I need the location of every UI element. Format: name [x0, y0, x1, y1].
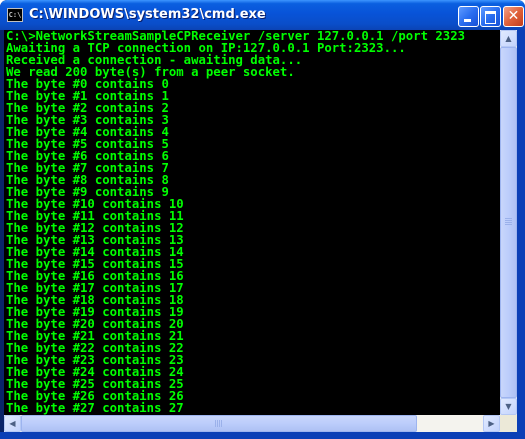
console-output[interactable]: C:\>NetworkStreamSampleCPReceiver /serve…	[4, 30, 500, 415]
scroll-right-button[interactable]: ▶	[483, 415, 500, 432]
horizontal-scroll-thumb[interactable]	[21, 415, 417, 432]
grip-line	[505, 218, 512, 219]
grip-line	[219, 420, 220, 427]
window-title: C:\WINDOWS\system32\cmd.exe	[29, 7, 266, 22]
grip-line	[221, 420, 222, 427]
maximize-button[interactable]	[480, 6, 501, 27]
grip-line	[215, 420, 216, 427]
grip-line	[505, 224, 512, 225]
scroll-up-button[interactable]: ▲	[500, 30, 517, 47]
scrollbar-corner	[500, 415, 517, 432]
vertical-scrollbar[interactable]: ▲ ▼	[500, 30, 517, 415]
scroll-down-button[interactable]: ▼	[500, 398, 517, 415]
close-button[interactable]: ✕	[503, 6, 524, 27]
chevron-left-icon: ◀	[9, 419, 16, 428]
console-window: C:\ C:\WINDOWS\system32\cmd.exe ✕ C:\>Ne…	[0, 0, 525, 439]
window-frame-right[interactable]	[517, 30, 525, 439]
title-bar[interactable]: C:\ C:\WINDOWS\system32\cmd.exe ✕	[0, 0, 525, 30]
console-line: The byte #27 contains 27	[6, 401, 184, 415]
minimize-icon	[464, 19, 471, 22]
close-icon: ✕	[507, 8, 520, 24]
maximize-icon	[485, 11, 496, 24]
window-frame-bottom[interactable]	[0, 432, 525, 439]
chevron-right-icon: ▶	[488, 419, 495, 428]
vertical-scroll-thumb[interactable]	[500, 47, 517, 398]
chevron-down-icon: ▼	[505, 402, 512, 411]
grip-line	[505, 220, 512, 221]
cmd-icon[interactable]: C:\	[7, 8, 23, 22]
scroll-left-button[interactable]: ◀	[4, 415, 21, 432]
grip-line	[217, 420, 218, 427]
grip-line	[505, 222, 512, 223]
minimize-button[interactable]	[458, 6, 479, 27]
horizontal-scrollbar[interactable]: ◀ ▶	[4, 415, 500, 432]
console-text: C:\>NetworkStreamSampleCPReceiver /serve…	[4, 30, 500, 414]
chevron-up-icon: ▲	[505, 34, 512, 43]
